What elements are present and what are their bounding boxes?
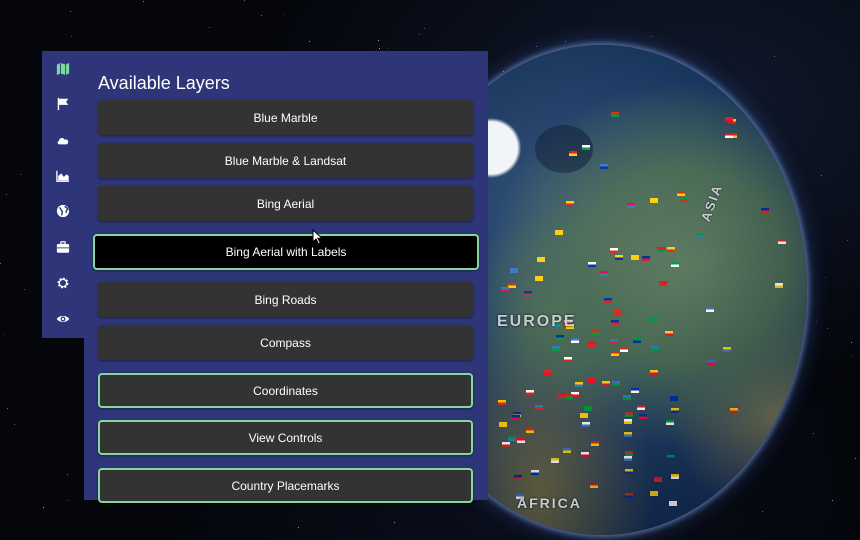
- star: [847, 240, 848, 241]
- globe-label-europe: EUROPE: [497, 313, 577, 330]
- layer-button-country-placemarks[interactable]: Country Placemarks: [98, 468, 473, 503]
- star: [832, 500, 833, 501]
- map-icon[interactable]: [55, 61, 71, 77]
- star: [851, 355, 852, 356]
- available-layers-panel: Available Layers Blue Marble Blue Marble…: [84, 51, 488, 503]
- globe-icon[interactable]: [55, 203, 71, 219]
- star: [14, 424, 15, 425]
- star: [851, 342, 852, 343]
- layer-button-bing-aerial-with-labels[interactable]: Bing Aerial with Labels: [93, 234, 479, 270]
- layer-button-label: Bing Aerial with Labels: [225, 245, 347, 259]
- star: [813, 433, 814, 434]
- layer-button-blue-marble-landsat[interactable]: Blue Marble & Landsat: [98, 143, 473, 178]
- star: [424, 28, 425, 29]
- panel-title: Available Layers: [98, 73, 230, 93]
- star: [68, 500, 69, 501]
- star: [565, 41, 566, 42]
- star: [387, 48, 388, 49]
- star: [70, 11, 71, 12]
- globe-label-africa: AFRICA: [517, 495, 582, 511]
- layer-button-label: Blue Marble & Landsat: [224, 153, 347, 168]
- star: [3, 334, 4, 335]
- star: [71, 36, 72, 37]
- star: [261, 15, 262, 16]
- layer-button-blue-marble[interactable]: Blue Marble: [98, 100, 473, 135]
- layer-button-view-controls[interactable]: View Controls: [98, 420, 473, 455]
- star: [284, 14, 285, 15]
- star: [309, 41, 310, 42]
- star: [67, 474, 68, 475]
- star: [394, 522, 395, 523]
- star: [821, 175, 822, 176]
- sidebar: [42, 51, 84, 338]
- layer-button-coordinates[interactable]: Coordinates: [98, 373, 473, 408]
- layer-button-label: View Controls: [248, 430, 323, 445]
- star: [379, 48, 380, 49]
- star: [209, 27, 210, 28]
- layer-button-compass[interactable]: Compass: [98, 325, 473, 360]
- settings-icon[interactable]: [55, 275, 71, 291]
- star: [825, 277, 826, 278]
- layer-button-label: Country Placemarks: [231, 478, 340, 493]
- cloud-icon[interactable]: [55, 132, 71, 148]
- flag-icon[interactable]: [55, 96, 71, 112]
- star: [43, 507, 44, 508]
- star: [419, 34, 420, 35]
- mouse-pointer-icon: [312, 229, 324, 245]
- star: [24, 289, 25, 290]
- star: [651, 36, 652, 37]
- layer-button-label: Coordinates: [253, 383, 318, 398]
- star: [143, 1, 144, 2]
- layer-button-label: Blue Marble: [253, 110, 318, 125]
- star: [378, 40, 379, 41]
- star: [6, 194, 7, 195]
- star: [7, 408, 8, 409]
- star: [0, 263, 1, 264]
- layer-button-bing-aerial[interactable]: Bing Aerial: [98, 186, 473, 221]
- star: [816, 321, 817, 322]
- area-chart-icon[interactable]: [55, 168, 71, 184]
- briefcase-icon[interactable]: [55, 239, 71, 255]
- star: [244, 0, 245, 1]
- star: [827, 328, 828, 329]
- layer-button-bing-roads[interactable]: Bing Roads: [98, 282, 473, 317]
- eye-icon[interactable]: [55, 311, 71, 327]
- star: [20, 174, 21, 175]
- layer-button-label: Bing Aerial: [256, 196, 315, 211]
- layer-button-label: Bing Roads: [254, 292, 317, 307]
- star: [855, 458, 856, 459]
- star: [298, 527, 299, 528]
- layer-button-label: Compass: [260, 335, 311, 350]
